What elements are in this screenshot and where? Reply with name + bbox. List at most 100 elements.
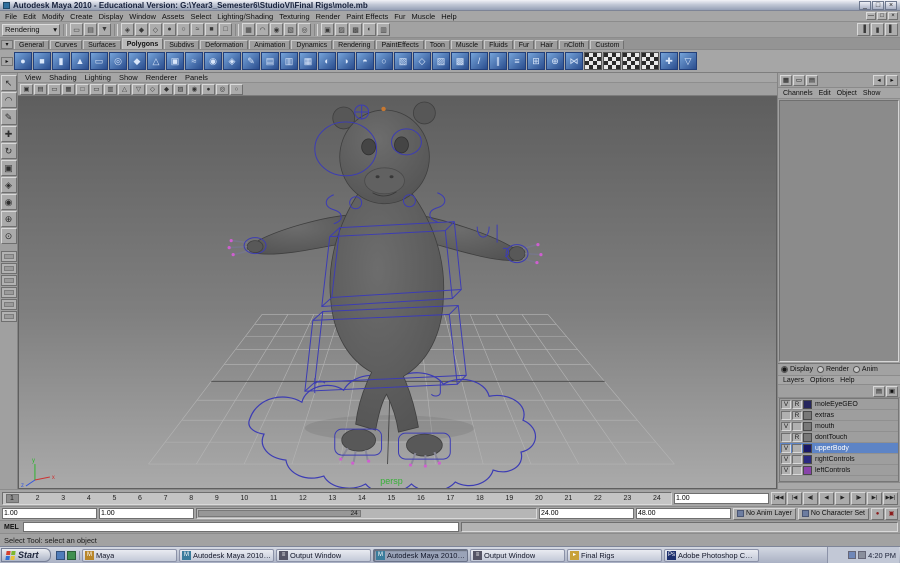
task-button[interactable]: ≡ Output Window <box>470 548 565 562</box>
menu-item[interactable]: Help <box>438 12 459 21</box>
character-set-button[interactable]: No Character Set <box>797 507 869 520</box>
menu-item[interactable]: Edit <box>20 12 39 21</box>
range-slider[interactable]: 24 <box>196 508 537 519</box>
radio-icon[interactable] <box>852 366 860 373</box>
mdi-restore-button[interactable]: □ <box>877 12 887 20</box>
layer-name[interactable]: dontTouch <box>813 434 847 441</box>
layer-row[interactable]: R dontTouch <box>780 432 898 443</box>
shelf-tab[interactable]: Fur <box>513 40 535 49</box>
use-lights-icon[interactable]: ◉ <box>188 83 201 95</box>
layer-name[interactable]: leftControls <box>813 467 850 474</box>
layer-color-swatch[interactable] <box>803 432 812 442</box>
channel-menu-item[interactable]: Show <box>860 90 884 97</box>
uv-checker-3-icon[interactable]: ▦ <box>622 52 640 70</box>
offset-edge-loop-icon[interactable]: ≡ <box>508 52 526 70</box>
new-scene-icon[interactable]: ▭ <box>70 23 83 36</box>
shelf-menu-button[interactable]: ▸ <box>1 56 13 66</box>
insert-edge-loop-icon[interactable]: ∥ <box>489 52 507 70</box>
shelf-tab[interactable]: Polygons <box>121 38 164 49</box>
uv-checker-4-icon[interactable]: ▦ <box>641 52 659 70</box>
pane-outliner-icon[interactable]: ▤ <box>806 74 818 86</box>
layer-visibility-toggle[interactable] <box>781 410 791 420</box>
layer-visibility-toggle[interactable] <box>781 432 791 442</box>
collapse-panel-icon[interactable]: ◂ <box>873 74 885 86</box>
poly-pipe-icon[interactable]: ▣ <box>166 52 184 70</box>
layer-visibility-toggle[interactable]: V <box>781 421 791 431</box>
layer-list-scrollbar[interactable] <box>778 482 900 489</box>
layer-row[interactable]: V upperBody <box>780 443 898 454</box>
create-layer-from-selected-icon[interactable]: ▣ <box>886 385 898 397</box>
anim-layer-button[interactable]: No Anim Layer <box>732 507 796 520</box>
status-divider[interactable] <box>314 23 318 36</box>
menu-item[interactable]: Window <box>126 12 159 21</box>
clock[interactable]: 4:20 PM <box>868 551 896 560</box>
layer-editor-menu-item[interactable]: Layers <box>780 377 807 384</box>
shelf-tab[interactable]: Rendering <box>333 40 376 49</box>
safe-action-icon[interactable]: △ <box>118 83 131 95</box>
lasso-tool-icon[interactable]: ◠ <box>0 92 17 108</box>
layout-four-view-button[interactable] <box>0 263 17 274</box>
shelf-tab[interactable]: Surfaces <box>83 40 121 49</box>
task-button[interactable]: Ps Adobe Photoshop CS4 E... <box>664 548 759 562</box>
layout-persp-uv-button[interactable] <box>0 311 17 322</box>
animation-preferences-button[interactable]: ▣ <box>885 507 898 520</box>
layer-display-type-toggle[interactable]: R <box>792 410 802 420</box>
open-render-view-icon[interactable]: ▨ <box>335 23 348 36</box>
shelf-tab[interactable]: General <box>14 40 49 49</box>
layer-color-swatch[interactable] <box>803 454 812 464</box>
combine-icon[interactable]: ▤ <box>261 52 279 70</box>
layout-persp-graph-button[interactable] <box>0 287 17 298</box>
layer-name[interactable]: rightControls <box>813 456 855 463</box>
animation-end-field[interactable] <box>635 508 731 519</box>
shelf-tab[interactable]: Subdivs <box>164 40 200 49</box>
left-hand[interactable] <box>246 240 264 254</box>
boolean-difference-icon[interactable]: ◑ <box>337 52 355 70</box>
move-tool-icon[interactable]: ✚ <box>0 126 17 142</box>
current-time-field[interactable] <box>674 492 769 504</box>
poly-sphere-icon[interactable]: ● <box>14 52 32 70</box>
bookmarks-icon[interactable]: ▤ <box>34 83 47 95</box>
go-to-start-button[interactable]: |◀◀ <box>771 491 786 505</box>
task-button[interactable]: M Maya <box>82 548 177 562</box>
layer-display-type-toggle[interactable]: R <box>792 399 802 409</box>
channel-menu-item[interactable]: Edit <box>816 90 834 97</box>
right-hand[interactable] <box>508 246 526 261</box>
layer-visibility-toggle[interactable]: V <box>781 443 791 453</box>
task-button[interactable]: M Autodesk Maya 2010 ... <box>373 548 468 562</box>
mdi-close-button[interactable]: × <box>888 12 898 20</box>
quick-launch-icon[interactable] <box>67 550 76 560</box>
layer-display-type-toggle[interactable] <box>792 454 802 464</box>
shelf-tab[interactable]: Hair <box>535 40 559 49</box>
shelf-tab[interactable]: Curves <box>49 40 83 49</box>
paint-select-tool-icon[interactable]: ✎ <box>0 109 17 125</box>
viewport-scene[interactable]: y x z persp <box>19 97 776 488</box>
reduce-icon[interactable]: ▽ <box>679 52 697 70</box>
render-current-frame-icon[interactable]: ▩ <box>349 23 362 36</box>
layer-row[interactable]: V R moleEyeGEO <box>780 399 898 410</box>
range-slider-bar[interactable]: 24 <box>198 510 361 517</box>
command-input[interactable] <box>22 522 459 532</box>
layer-visibility-toggle[interactable]: V <box>781 454 791 464</box>
uv-checker-2-icon[interactable]: ▦ <box>603 52 621 70</box>
layer-name[interactable]: moleEyeGEO <box>813 401 858 408</box>
shelf-tab[interactable]: Muscle <box>450 40 484 49</box>
panel-menu-item[interactable]: Panels <box>181 73 212 82</box>
shelf-tab[interactable]: Deformation <box>200 40 249 49</box>
boolean-union-icon[interactable]: ◐ <box>318 52 336 70</box>
smooth-icon[interactable]: ○ <box>375 52 393 70</box>
panel-menu-item[interactable]: Lighting <box>81 73 115 82</box>
soft-mod-tool-icon[interactable]: ◉ <box>0 194 17 210</box>
save-scene-icon[interactable]: ▼ <box>98 23 111 36</box>
status-divider[interactable] <box>63 23 67 36</box>
shelf-tab[interactable]: Custom <box>590 40 625 49</box>
textured-mode-icon[interactable]: ▨ <box>174 83 187 95</box>
bridge-icon[interactable]: ▨ <box>432 52 450 70</box>
go-to-end-button[interactable]: ▶▶| <box>883 491 898 505</box>
radio-icon[interactable] <box>781 366 788 373</box>
sculpt-geometry-icon[interactable]: ✎ <box>242 52 260 70</box>
menu-item[interactable]: File <box>2 12 20 21</box>
image-plane-icon[interactable]: ▭ <box>48 83 61 95</box>
poly-cylinder-icon[interactable]: ▮ <box>52 52 70 70</box>
menu-item[interactable]: Render <box>313 12 344 21</box>
layer-mode-radio[interactable]: Anim <box>852 366 878 373</box>
